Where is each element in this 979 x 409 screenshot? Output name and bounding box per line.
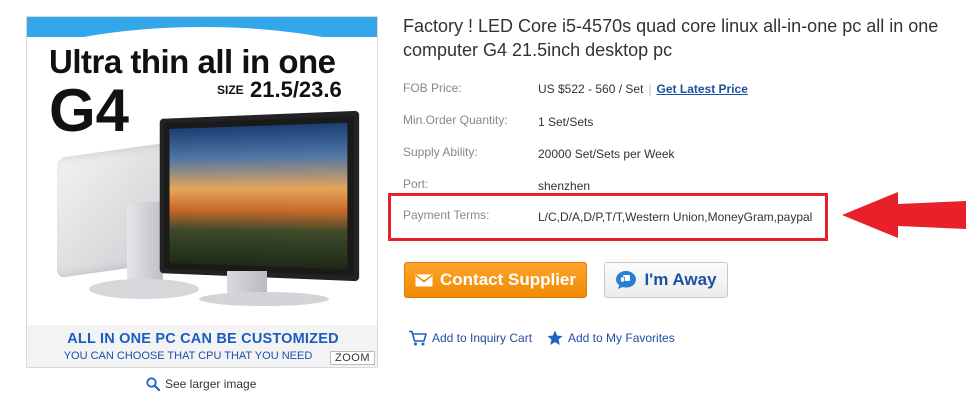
star-icon — [547, 330, 563, 345]
contact-supplier-label: Contact Supplier — [439, 270, 576, 289]
add-to-inquiry-cart-label: Add to Inquiry Cart — [432, 331, 533, 345]
add-to-inquiry-cart-link[interactable]: Add to Inquiry Cart — [408, 330, 532, 346]
pc-screen-landscape — [169, 122, 348, 270]
add-to-favorites-label: Add to My Favorites — [568, 331, 675, 345]
pc-rear-base — [89, 279, 199, 299]
port-label: Port: — [403, 177, 429, 191]
fob-price-row: US $522 - 560 / Set | Get Latest Price — [538, 82, 748, 96]
banner-caption-line2: YOU CAN CHOOSE THAT CPU THAT YOU NEED — [63, 350, 313, 362]
zoom-button[interactable]: ZOOM — [330, 351, 375, 365]
pc-front-base — [199, 292, 329, 306]
product-image[interactable]: Ultra thin all in one G4 SIZE 21.5/23.6 … — [26, 16, 378, 368]
envelope-icon — [415, 274, 433, 286]
see-larger-label: See larger image — [165, 377, 257, 391]
payment-terms-highlight — [388, 193, 828, 241]
chat-bubble-icon — [616, 271, 637, 289]
fob-price-value: US $522 - 560 / Set — [538, 82, 644, 96]
cart-icon — [409, 330, 427, 346]
port-value: shenzhen — [538, 179, 591, 193]
banner-headline: Ultra thin all in one — [49, 43, 336, 80]
im-away-button[interactable]: I'm Away — [604, 262, 728, 298]
banner-caption: ALL IN ONE PC CAN BE CUSTOMIZED YOU CAN … — [27, 325, 377, 367]
im-away-label: I'm Away — [644, 270, 717, 289]
banner-size-label: SIZE — [217, 83, 244, 97]
supply-ability-label: Supply Ability: — [403, 145, 478, 159]
red-arrow-icon — [842, 192, 966, 238]
banner-size-value: 21.5/23.6 — [250, 77, 342, 102]
banner-model: G4 — [49, 77, 130, 144]
fob-price-label: FOB Price: — [403, 81, 462, 95]
price-separator: | — [648, 82, 652, 96]
product-title: Factory ! LED Core i5-4570s quad core li… — [403, 16, 939, 60]
min-order-value: 1 Set/Sets — [538, 115, 594, 129]
magnifier-icon — [146, 377, 160, 391]
product-banner: Ultra thin all in one G4 SIZE 21.5/23.6 — [27, 17, 377, 325]
contact-supplier-button[interactable]: Contact Supplier — [404, 262, 587, 298]
pc-front-view — [159, 110, 360, 282]
supply-ability-value: 20000 Set/Sets per Week — [538, 147, 675, 161]
add-to-favorites-link[interactable]: Add to My Favorites — [547, 330, 675, 346]
banner-caption-line1: ALL IN ONE PC CAN BE CUSTOMIZED — [67, 331, 339, 347]
min-order-label: Min.Order Quantity: — [403, 113, 508, 127]
see-larger-image-link[interactable]: See larger image — [146, 377, 256, 391]
get-latest-price-link[interactable]: Get Latest Price — [657, 82, 748, 96]
